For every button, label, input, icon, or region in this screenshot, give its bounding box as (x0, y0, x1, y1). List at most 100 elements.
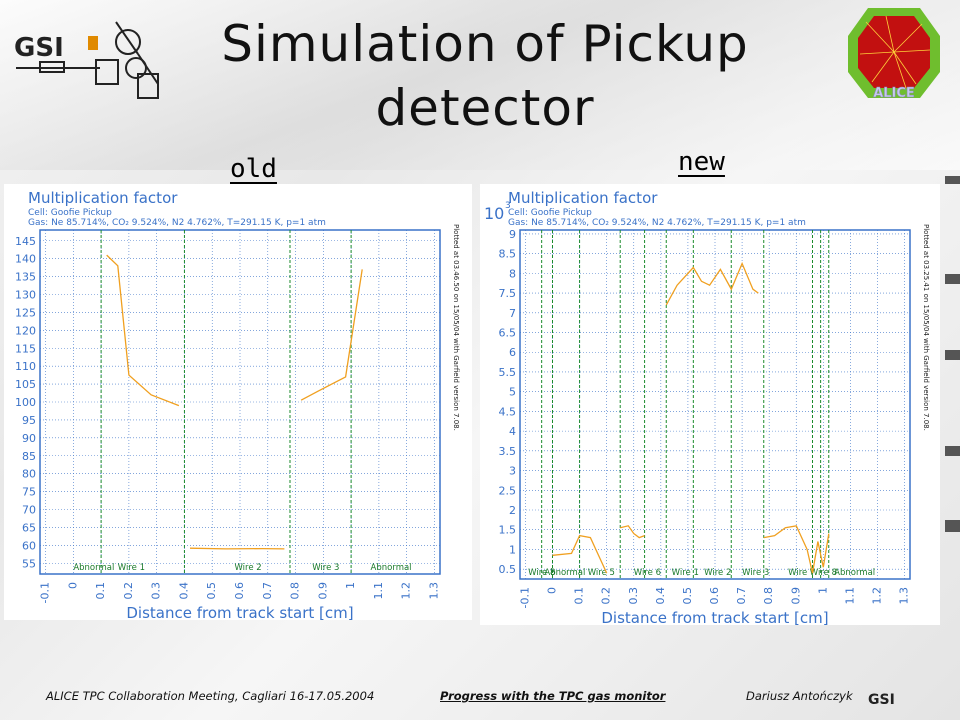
chart-new-panel: -0.1 0 0.1 0.2 0.3 0.4 0.5 0.6 0.7 0.8 0.9 1 1.1 1.2 1… (480, 184, 940, 625)
x-tick-label: 0.3 (150, 582, 163, 600)
y-tick-label: 125 (15, 306, 36, 319)
chart-subtitle: Gas: Ne 85.714%, CO₂ 9.524%, N2 4.762%, … (508, 218, 806, 228)
x-tick-label: 0.4 (177, 582, 190, 600)
region-label: Abnormal (73, 563, 114, 573)
x-tick-label: 0.8 (289, 582, 302, 600)
footer-meeting: ALICE TPC Collaboration Meeting, Cagliar… (46, 689, 375, 703)
y-tick-label: 4 (509, 425, 516, 438)
x-tick-label: 1 (816, 587, 829, 594)
x-tick-label: 0.5 (205, 582, 218, 600)
x-tick-label: 1 (344, 582, 357, 589)
x-tick-label: 0 (546, 587, 559, 594)
x-tick-label: -0.1 (518, 587, 531, 608)
x-tick-label: 0.9 (789, 587, 802, 605)
chart-title: Multiplication factor (28, 189, 178, 207)
side-decoration (945, 274, 960, 284)
region-label: Wire 6 (634, 568, 661, 578)
x-axis-label: Distance from track start [cm] (601, 609, 828, 625)
y-tick-label: 1.5 (499, 524, 517, 537)
side-decoration (945, 520, 960, 532)
x-tick-label: 0.1 (573, 587, 586, 605)
y-tick-label: 95 (22, 414, 36, 427)
region-label: Wire 3 (742, 568, 769, 578)
region-label: Wire 1 (672, 568, 699, 578)
region-label: Wire 3 (312, 563, 339, 573)
x-tick-label: 0.6 (233, 582, 246, 600)
y-tick-label: 65 (22, 521, 36, 534)
side-decoration (945, 350, 960, 360)
y-tick-label: 9 (509, 228, 516, 241)
region-label: Wire 8 (810, 568, 837, 578)
y-tick-label: 6 (509, 346, 516, 359)
y-tick-label: 135 (15, 271, 36, 284)
y-tick-label: 8 (509, 267, 516, 280)
data-line (665, 261, 759, 306)
x-tick-label: 0.8 (762, 587, 775, 605)
gsi-logo: GSI (14, 21, 159, 99)
x-tick-label: 1.2 (871, 587, 884, 605)
label-old: old (230, 154, 277, 184)
y-tick-label: 80 (22, 468, 36, 481)
y-tick-label: 90 (22, 432, 36, 445)
y-tick-label: 7 (509, 307, 516, 320)
footer-talk-title: Progress with the TPC gas monitor (440, 689, 666, 703)
chart-old: -0.1 0 0.1 0.2 0.3 0.4 0.5 0.6 0.7 0.8 0.9 1 1.1 1.2 1… (15, 189, 460, 620)
plot-timestamp: Plotted at 03.25.41 on 15/05/04 with Gar… (922, 224, 930, 431)
x-tick-label: 0.9 (316, 582, 329, 600)
data-line (300, 269, 363, 401)
y-tick-label: 2.5 (499, 484, 517, 497)
slide-title-line2: detector (375, 79, 595, 137)
alice-logo-text: ALICE (873, 86, 915, 100)
y-tick-label: 0.5 (499, 563, 517, 576)
y-exponent-label: 10 (484, 204, 504, 223)
x-tick-label: 1.3 (898, 587, 911, 605)
y-tick-label: 6.5 (499, 327, 517, 340)
chart-subtitle: Cell: Goofie Pickup (28, 208, 112, 218)
footer-author: Dariusz Antończyk (746, 689, 853, 703)
y-tick-label: 5.5 (499, 366, 517, 379)
x-tick-label: 0.2 (600, 587, 613, 605)
y-tick-label: 85 (22, 450, 36, 463)
data-line (189, 547, 285, 550)
chart-old-panel: -0.1 0 0.1 0.2 0.3 0.4 0.5 0.6 0.7 0.8 0.9 1 1.1 1.2 1… (4, 184, 472, 620)
x-tick-label: 1.1 (372, 582, 385, 600)
y-tick-label: 70 (22, 504, 36, 517)
gsi-footer-logo: GSI (868, 692, 895, 706)
chart-title: Multiplication factor (508, 189, 658, 207)
y-tick-label: 3 (509, 465, 516, 478)
y-tick-label: 5 (509, 386, 516, 399)
chart-subtitle: Gas: Ne 85.714%, CO₂ 9.524%, N2 4.762%, … (28, 218, 326, 228)
x-tick-label: 0 (66, 582, 79, 589)
region-label: Wire 2 (704, 568, 731, 578)
side-decoration (945, 446, 960, 456)
gsi-logo-text: GSI (14, 33, 64, 63)
x-tick-label: 1.2 (400, 582, 413, 600)
x-tick-label: 0.6 (708, 587, 721, 605)
x-tick-label: 0.7 (261, 582, 274, 600)
chart-subtitle: Cell: Goofie Pickup (508, 208, 592, 218)
x-tick-label: -0.1 (39, 582, 52, 603)
y-tick-label: 8.5 (499, 248, 517, 261)
y-tick-label: 130 (15, 289, 36, 302)
region-label: Abnormal (371, 563, 412, 573)
x-tick-label: 0.1 (94, 582, 107, 600)
x-tick-label: 0.4 (654, 587, 667, 605)
y-tick-label: 3.5 (499, 445, 517, 458)
y-tick-label: 120 (15, 324, 36, 337)
x-tick-label: 0.3 (627, 587, 640, 605)
slide-title-line1: Simulation of Pickup (221, 15, 749, 73)
y-tick-label: 4.5 (499, 405, 517, 418)
alice-logo: ALICE (848, 8, 940, 100)
y-tick-label: 75 (22, 486, 36, 499)
y-tick-label: 110 (15, 360, 36, 373)
x-tick-label: 0.5 (681, 587, 694, 605)
data-line (620, 525, 645, 539)
y-tick-label: 115 (15, 342, 36, 355)
y-tick-label: 1 (509, 543, 516, 556)
y-tick-label: 60 (22, 539, 36, 552)
y-tick-label: 55 (22, 557, 36, 570)
y-tick-label: 145 (15, 235, 36, 248)
y-tick-label: 100 (15, 396, 36, 409)
plot-timestamp: Plotted at 03.46.50 on 15/05/04 with Gar… (452, 224, 460, 431)
x-tick-label: 1.1 (843, 587, 856, 605)
